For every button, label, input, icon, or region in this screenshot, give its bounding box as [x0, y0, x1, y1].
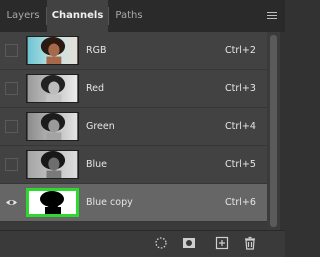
channel-name: Green	[86, 121, 115, 132]
scrollbar[interactable]	[267, 32, 280, 230]
channel-thumbnail-blue-copy[interactable]	[26, 188, 79, 217]
portrait-grayscale-thumbnail	[27, 75, 78, 102]
channel-shortcut: Ctrl+4	[225, 121, 256, 132]
bottom-toolbar	[0, 230, 285, 257]
visibility-toggle[interactable]	[5, 120, 18, 133]
visibility-toggle[interactable]	[5, 196, 18, 209]
visibility-toggle[interactable]	[5, 82, 18, 95]
tab-layers[interactable]: Layers	[0, 0, 46, 32]
channel-shortcut: Ctrl+2	[225, 45, 256, 56]
portrait-color-thumbnail	[27, 37, 78, 64]
channel-thumbnail-red[interactable]	[26, 74, 79, 103]
load-selection-icon[interactable]	[153, 235, 169, 251]
channel-name: RGB	[86, 45, 107, 56]
channel-thumbnail-green[interactable]	[26, 112, 79, 141]
channel-name: Red	[86, 83, 105, 94]
channel-row-red[interactable]: Red Ctrl+3	[0, 70, 267, 108]
visibility-toggle[interactable]	[5, 44, 18, 57]
channel-thumbnail-blue[interactable]	[26, 150, 79, 179]
channel-row-blue[interactable]: Blue Ctrl+5	[0, 146, 267, 184]
delete-channel-icon[interactable]	[242, 235, 258, 251]
channel-name: Blue copy	[86, 197, 133, 208]
channel-shortcut: Ctrl+6	[225, 197, 256, 208]
portrait-grayscale-thumbnail	[27, 113, 78, 140]
tab-paths[interactable]: Paths	[109, 0, 149, 32]
silhouette-mask-thumbnail	[29, 191, 76, 214]
channel-row-rgb[interactable]: RGB Ctrl+2	[0, 32, 267, 70]
scrollbar-thumb[interactable]	[270, 35, 277, 227]
hamburger-menu-icon[interactable]	[267, 12, 277, 20]
channel-row-blue-copy[interactable]: Blue copy Ctrl+6	[0, 184, 267, 222]
portrait-grayscale-thumbnail	[27, 151, 78, 178]
channel-row-green[interactable]: Green Ctrl+4	[0, 108, 267, 146]
channel-shortcut: Ctrl+3	[225, 83, 256, 94]
new-channel-icon[interactable]	[214, 235, 230, 251]
channel-shortcut: Ctrl+5	[225, 159, 256, 170]
eye-icon	[6, 200, 17, 205]
channel-name: Blue	[86, 159, 108, 170]
tab-channels[interactable]: Channels	[47, 0, 108, 32]
channel-thumbnail-rgb[interactable]	[26, 36, 79, 65]
visibility-toggle[interactable]	[5, 158, 18, 171]
tab-bar: Layers Channels Paths	[0, 0, 285, 32]
channel-list: RGB Ctrl+2 Red Ctrl+3 Green Ctrl+4 Blue …	[0, 32, 280, 230]
save-selection-as-channel-icon[interactable]	[181, 235, 197, 251]
